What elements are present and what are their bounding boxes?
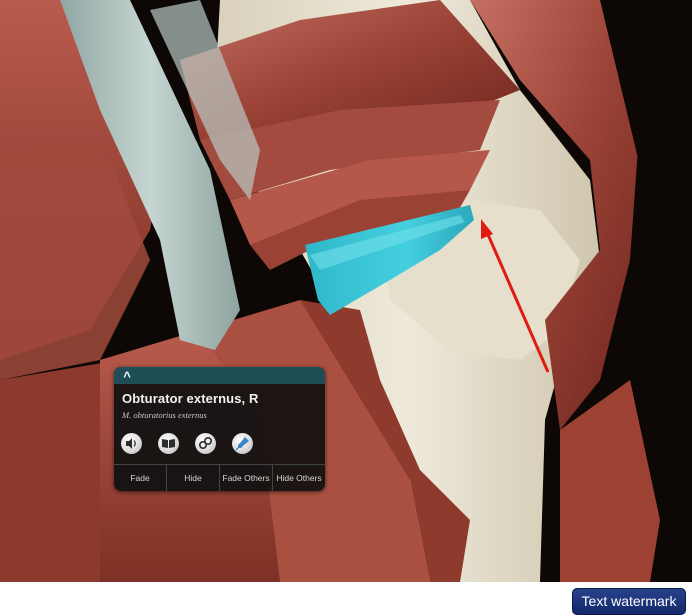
book-icon[interactable] bbox=[158, 433, 179, 454]
card-action-row: Fade Hide Fade Others Hide Others bbox=[114, 465, 325, 491]
structure-title: Obturator externus, R bbox=[122, 391, 259, 406]
collapse-button[interactable]: ^ bbox=[120, 367, 134, 384]
link-icon[interactable] bbox=[195, 433, 216, 454]
card-icon-row bbox=[121, 433, 321, 455]
card-header: ^ bbox=[114, 367, 325, 384]
watermark-button[interactable]: Text watermark bbox=[572, 588, 686, 615]
speaker-icon[interactable] bbox=[121, 433, 142, 454]
hide-others-button[interactable]: Hide Others bbox=[272, 465, 325, 491]
anatomy-scene bbox=[0, 0, 692, 582]
structure-latin-name: M. obturatorius externus bbox=[122, 410, 207, 420]
anatomy-3d-viewport[interactable] bbox=[0, 0, 692, 582]
info-card: ^ Obturator externus, R M. obturatorius … bbox=[114, 367, 325, 491]
fade-others-button[interactable]: Fade Others bbox=[219, 465, 272, 491]
pin-icon[interactable] bbox=[232, 433, 253, 454]
hide-button[interactable]: Hide bbox=[166, 465, 219, 491]
fade-button[interactable]: Fade bbox=[114, 465, 166, 491]
